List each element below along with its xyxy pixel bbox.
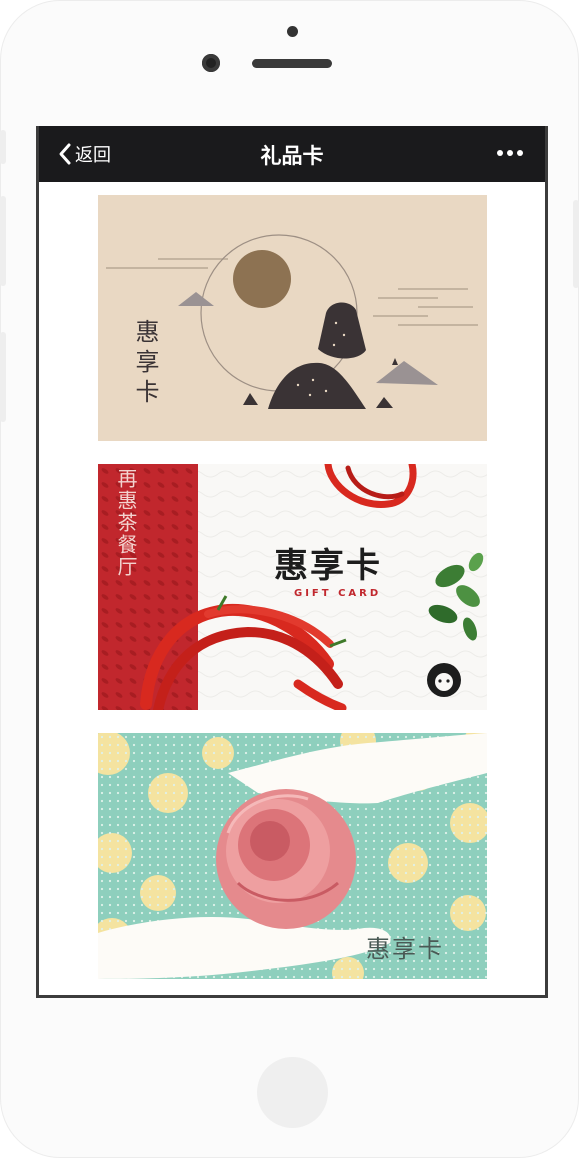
more-options-button[interactable] — [497, 150, 523, 156]
card-title-wrap: 惠享卡 — [131, 319, 159, 409]
front-camera — [202, 54, 220, 72]
mute-switch — [0, 130, 6, 164]
card-side-text-wrap: 再惠茶餐厅 — [114, 468, 138, 578]
restaurant-name: 再惠茶餐厅 — [114, 468, 138, 578]
page-title: 礼品卡 — [260, 144, 324, 168]
sun-icon — [233, 250, 291, 308]
card-title: 惠享卡 — [131, 319, 159, 409]
volume-up-button — [0, 196, 6, 286]
restaurant-logo — [427, 663, 461, 697]
more-dot-icon — [507, 150, 513, 156]
volume-down-button — [0, 332, 6, 422]
card-title: 惠享卡 — [366, 935, 444, 963]
more-dot-icon — [497, 150, 503, 156]
gift-card-landscape[interactable]: 惠享卡 — [98, 195, 487, 441]
power-button — [573, 200, 579, 288]
more-dot-icon — [517, 150, 523, 156]
phone-frame: 返回 礼品卡 惠享卡 惠享卡 GIFT CARD 再惠茶餐厅 惠享卡 — [0, 0, 579, 1158]
gift-card-peppers[interactable]: 惠享卡 GIFT CARD 再惠茶餐厅 — [98, 464, 487, 710]
card-title-wrap: 惠享卡 — [366, 935, 444, 963]
home-button[interactable] — [257, 1057, 328, 1128]
card-title-wrap: 惠享卡 — [274, 546, 382, 586]
rose-flower — [216, 789, 356, 929]
gift-card-rose[interactable]: 惠享卡 — [98, 733, 487, 979]
phone-screen: 返回 礼品卡 惠享卡 惠享卡 GIFT CARD 再惠茶餐厅 惠享卡 — [36, 126, 548, 998]
card-subtitle-wrap: GIFT CARD — [294, 588, 382, 599]
card-subtitle: GIFT CARD — [294, 588, 382, 599]
gift-card-rose-art: 惠享卡 — [98, 733, 487, 979]
gift-card-peppers-art: 惠享卡 GIFT CARD 再惠茶餐厅 — [98, 464, 487, 710]
gift-card-landscape-art: 惠享卡 — [98, 195, 487, 441]
earpiece-speaker — [252, 59, 332, 68]
nav-bar: 返回 礼品卡 — [39, 126, 545, 182]
proximity-sensor — [287, 26, 298, 37]
card-title: 惠享卡 — [274, 546, 382, 586]
